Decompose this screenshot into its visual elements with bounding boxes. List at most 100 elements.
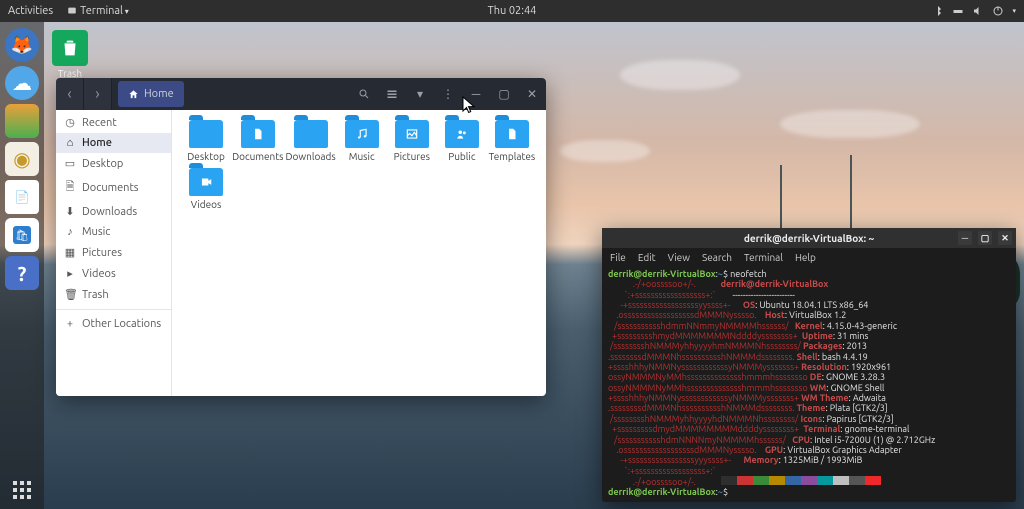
folder-music[interactable]: Music [338,120,386,162]
menu-file[interactable]: File [610,252,626,263]
terminal-titlebar[interactable]: derrik@derrik-VirtualBox: ~ ─ ▢ ✕ [602,228,1016,248]
sidebar-item-trash[interactable]: 🗑 Trash [56,284,171,305]
trash-icon: 🗑 [64,288,76,301]
sidebar-item-label: Home [82,137,112,149]
file-manager-window: ‹ › Home ▾ ⋮ ─ ▢ ✕ ◷Recent⌂Home▭Desktop🗎… [56,78,546,396]
folder-documents[interactable]: Documents [232,120,283,162]
hamburger-button[interactable]: ⋮ [434,78,462,110]
sidebar-item-desktop[interactable]: ▭Desktop [56,153,171,174]
mouse-cursor [462,96,476,114]
sidebar-item-label: Recent [82,117,117,129]
folder-label: Music [349,151,375,162]
folder-videos[interactable]: Videos [182,168,230,210]
volume-icon [972,5,984,17]
menu-view[interactable]: View [668,252,690,263]
system-tray[interactable]: ▾ [932,5,1016,17]
term-close-button[interactable]: ✕ [998,231,1012,245]
term-minimize-button[interactable]: ─ [958,231,972,245]
folder-downloads[interactable]: Downloads [285,120,335,162]
folder-icon [495,120,529,148]
home-icon: ⌂ [64,137,76,149]
sidebar-item-label: Documents [82,182,139,194]
sidebar-item-label: Music [82,226,110,238]
folder-icon [294,120,328,148]
sidebar-item-music[interactable]: ♪ Music [56,222,171,242]
folder-pictures[interactable]: Pictures [388,120,436,162]
music-icon: ♪ [64,226,76,238]
clock-icon: ◷ [64,116,76,129]
file-manager-content[interactable]: Desktop DocumentsDownloads Music Pictures Pu… [172,110,546,396]
dock-app-2[interactable]: ☁ [5,66,39,100]
pic-icon: ▦ [64,246,76,259]
dock-rhythmbox[interactable]: ◉ [5,142,39,176]
home-icon [128,89,139,100]
sidebar-item-label: Desktop [82,158,123,170]
menu-help[interactable]: Help [795,252,816,263]
sidebar-item-other-locations[interactable]: + Other Locations [56,309,171,334]
sidebar-item-label: Videos [82,268,116,280]
terminal-output[interactable]: derrik@derrik-VirtualBox:~$ neofetch .-/… [602,266,1016,502]
sidebar-item-documents[interactable]: 🗎 Documents [56,174,171,201]
bluetooth-icon [932,5,944,17]
folder-icon [189,168,223,196]
close-button[interactable]: ✕ [518,78,546,110]
folder-label: Videos [191,199,222,210]
folder-label: Pictures [394,151,430,162]
folder-icon [445,120,479,148]
menu-search[interactable]: Search [702,252,732,263]
folder-label: Downloads [285,151,335,162]
maximize-button[interactable]: ▢ [490,78,518,110]
network-icon [952,5,964,17]
nav-back-button[interactable]: ‹ [56,78,84,110]
activities-button[interactable]: Activities [8,5,53,17]
folder-label: Public [448,151,475,162]
path-crumb-home[interactable]: Home [118,81,184,107]
folder-desktop[interactable]: Desktop [182,120,230,162]
folder-icon [241,120,275,148]
sidebar-item-recent[interactable]: ◷ Recent [56,112,171,133]
folder-label: Desktop [187,151,225,162]
down-icon: ⬇ [64,205,76,218]
view-list-button[interactable] [378,78,406,110]
power-icon [992,5,1004,17]
folder-public[interactable]: Public [438,120,486,162]
clock[interactable]: Thu 02:44 [488,5,537,17]
folder-icon [345,120,379,148]
plus-icon: + [64,318,76,330]
menu-terminal[interactable]: Terminal [744,252,783,263]
gnome-top-bar: Activities Terminal Thu 02:44 ▾ [0,0,1024,22]
video-icon: ▸ [64,267,76,280]
search-icon [358,88,370,100]
folder-icon [189,120,223,148]
sidebar-item-label: Trash [82,289,109,301]
dock-app-3[interactable] [5,104,39,138]
gnome-dock: 🦊 ☁ ◉ 📄 🛍 ? [0,22,44,509]
folder-templates[interactable]: Templates [488,120,536,162]
sidebar-item-downloads[interactable]: ⬇ Downloads [56,201,171,222]
menu-edit[interactable]: Edit [638,252,656,263]
sidebar-item-label: Pictures [82,247,122,259]
sidebar-item-videos[interactable]: ▸ Videos [56,263,171,284]
file-manager-sidebar: ◷ Recent ⌂ Home ▭Desktop 🗎 Documents ⬇ Downloads… [56,110,172,396]
dock-software[interactable]: 🛍 [5,218,39,252]
sidebar-item-label: Downloads [82,206,137,218]
sidebar-item-pictures[interactable]: ▦ Pictures [56,242,171,263]
app-menu[interactable]: Terminal [67,5,129,17]
search-button[interactable] [350,78,378,110]
list-icon [386,88,398,100]
folder-icon [395,120,429,148]
dock-firefox[interactable]: 🦊 [5,28,39,62]
folder-label: Templates [489,151,536,162]
nav-forward-button[interactable]: › [84,78,112,110]
sidebar-item-home[interactable]: ⌂ Home [56,133,171,153]
folder-label: Documents [232,151,283,162]
dock-libreoffice[interactable]: 📄 [5,180,39,214]
sidebar-item-label: Other Locations [82,318,161,330]
desktop-trash-icon[interactable]: Trash [52,30,88,79]
doc-icon: 🗎 [64,178,76,197]
terminal-menubar: File Edit View Search Terminal Help [602,248,1016,266]
show-applications-button[interactable] [13,481,31,499]
view-dropdown-button[interactable]: ▾ [406,78,434,110]
term-maximize-button[interactable]: ▢ [978,231,992,245]
dock-help[interactable]: ? [5,256,39,290]
